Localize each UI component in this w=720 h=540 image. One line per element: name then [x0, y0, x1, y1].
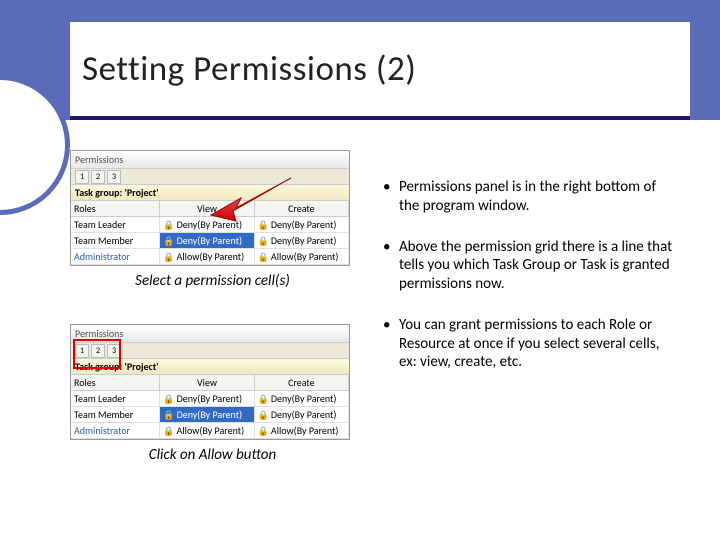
create-cell[interactable]: 🔒Deny(By Parent) [255, 391, 349, 406]
grid-header: Roles View Create [71, 375, 349, 391]
right-column: Permissions panel is in the right bottom… [375, 150, 675, 510]
view-cell-selected[interactable]: 🔒Deny(By Parent) [160, 407, 254, 422]
lock-icon: 🔒 [258, 236, 269, 247]
header-roles[interactable]: Roles [71, 201, 160, 216]
red-highlight-box [73, 339, 121, 369]
slide-title: Setting Permissions (2) [82, 48, 416, 90]
header-roles[interactable]: Roles [71, 375, 160, 390]
title-container: Setting Permissions (2) [70, 22, 690, 120]
panel-title: Permissions [71, 151, 349, 169]
lock-icon: 🔒 [163, 220, 174, 231]
table-row: Administrator 🔒Allow(By Parent) 🔒Allow(B… [71, 249, 349, 265]
view-cell[interactable]: 🔒Allow(By Parent) [160, 249, 254, 264]
lock-icon: 🔒 [258, 394, 269, 405]
bullet-list: Permissions panel is in the right bottom… [375, 178, 675, 372]
lock-icon: 🔒 [258, 426, 269, 437]
header-view[interactable]: View [160, 375, 254, 390]
lock-icon: 🔒 [163, 252, 174, 263]
permissions-panel-screenshot-1: Permissions 1 2 3 Task group: 'Project' … [70, 150, 350, 266]
red-arrow-icon [206, 173, 296, 223]
table-row: Team Member 🔒Deny(By Parent) 🔒Deny(By Pa… [71, 233, 349, 249]
header-create[interactable]: Create [255, 375, 349, 390]
role-cell[interactable]: Administrator [71, 423, 160, 438]
toolbar-btn-2[interactable]: 2 [91, 170, 105, 184]
lock-icon: 🔒 [258, 410, 269, 421]
lock-icon: 🔒 [163, 410, 174, 421]
caption-2: Click on Allow button [70, 446, 355, 464]
content-area: Permissions 1 2 3 Task group: 'Project' … [70, 150, 690, 510]
lock-icon: 🔒 [163, 426, 174, 437]
role-cell[interactable]: Team Leader [71, 391, 160, 406]
view-cell[interactable]: 🔒Allow(By Parent) [160, 423, 254, 438]
spacer [70, 306, 355, 324]
lock-icon: 🔒 [163, 236, 174, 247]
bullet-item: Above the permission grid there is a lin… [383, 238, 675, 294]
toolbar-btn-1[interactable]: 1 [75, 170, 89, 184]
caption-1: Select a permission cell(s) [70, 272, 355, 290]
table-row: Team Leader 🔒Deny(By Parent) 🔒Deny(By Pa… [71, 391, 349, 407]
role-cell[interactable]: Team Member [71, 407, 160, 422]
lock-icon: 🔒 [258, 252, 269, 263]
create-cell[interactable]: 🔒Allow(By Parent) [255, 423, 349, 438]
create-cell[interactable]: 🔒Deny(By Parent) [255, 407, 349, 422]
view-cell-selected[interactable]: 🔒Deny(By Parent) [160, 233, 254, 248]
table-row: Administrator 🔒Allow(By Parent) 🔒Allow(B… [71, 423, 349, 439]
left-column: Permissions 1 2 3 Task group: 'Project' … [70, 150, 355, 510]
toolbar-btn-3[interactable]: 3 [107, 170, 121, 184]
role-cell[interactable]: Team Leader [71, 217, 160, 232]
create-cell[interactable]: 🔒Allow(By Parent) [255, 249, 349, 264]
lock-icon: 🔒 [163, 394, 174, 405]
role-cell[interactable]: Administrator [71, 249, 160, 264]
create-cell[interactable]: 🔒Deny(By Parent) [255, 233, 349, 248]
role-cell[interactable]: Team Member [71, 233, 160, 248]
view-cell[interactable]: 🔒Deny(By Parent) [160, 391, 254, 406]
permissions-panel-screenshot-2: Permissions 1 2 3 Task group: 'Project' … [70, 324, 350, 440]
table-row: Team Member 🔒Deny(By Parent) 🔒Deny(By Pa… [71, 407, 349, 423]
bullet-item: Permissions panel is in the right bottom… [383, 178, 675, 216]
bullet-item: You can grant permissions to each Role o… [383, 316, 675, 372]
